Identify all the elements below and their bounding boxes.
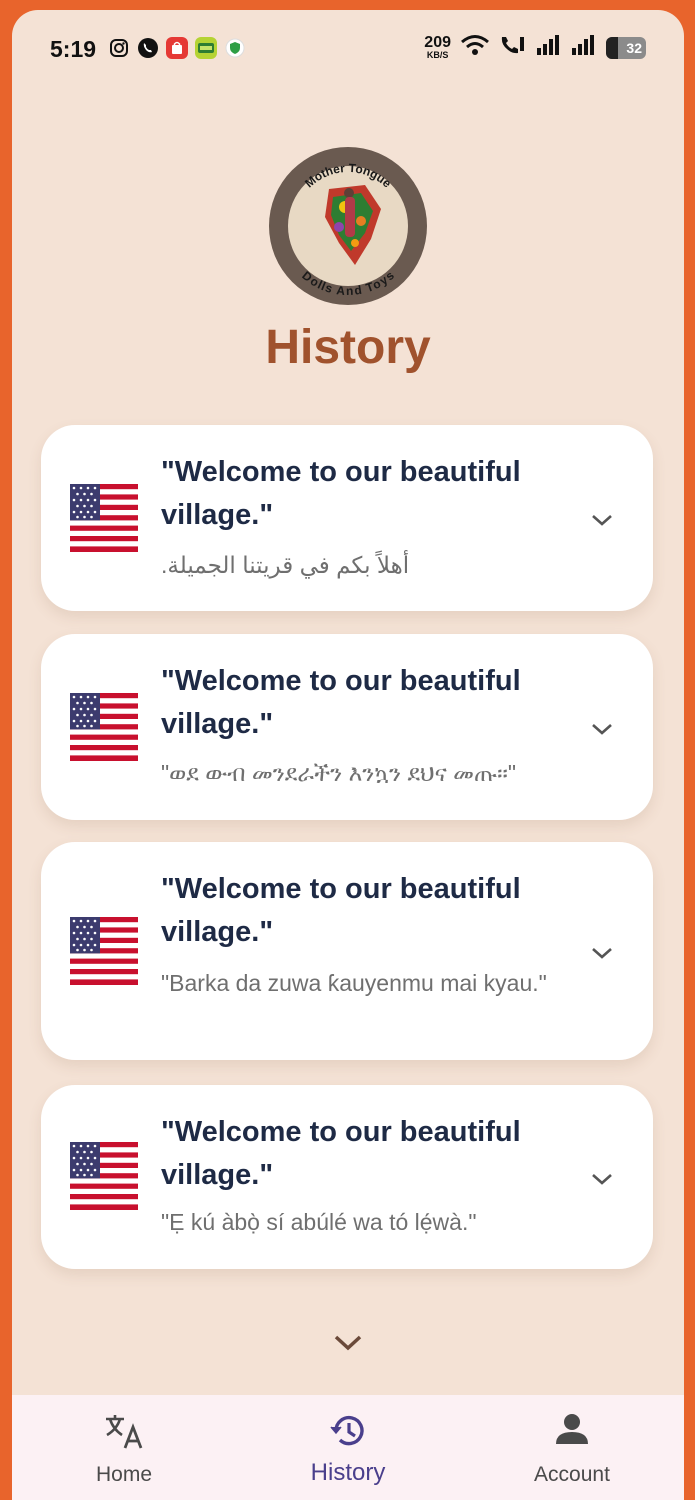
- nav-label-account: Account: [534, 1463, 610, 1486]
- instagram-icon: [108, 37, 130, 59]
- account-icon: [556, 1414, 588, 1444]
- chevron-down-icon[interactable]: [589, 945, 615, 961]
- translated-phrase: "ወደ ውብ መንደራችን እንኳን ደህና መጡ።": [161, 760, 517, 786]
- signal-icon-1: [536, 34, 562, 61]
- page-title: History: [265, 321, 431, 374]
- notification-icons: [108, 37, 246, 59]
- status-right: 209 KB/S 32: [424, 34, 646, 61]
- wifi-icon: [460, 34, 490, 61]
- us-flag-icon: [70, 1142, 138, 1210]
- brand-logo: Mother Tongue Dolls And Toys: [269, 147, 427, 305]
- battery-icon: 32: [606, 36, 646, 59]
- chevron-down-icon[interactable]: [589, 721, 615, 737]
- us-flag-icon: [70, 693, 138, 761]
- nav-item-home[interactable]: Home: [54, 1395, 194, 1500]
- status-bar: 5:19 209 KB/S 32: [12, 10, 684, 85]
- chevron-down-icon[interactable]: [589, 512, 615, 528]
- call-icon: [499, 34, 527, 61]
- us-flag-icon: [70, 484, 138, 552]
- shield-icon: [224, 37, 246, 59]
- source-phrase: "Welcome to our beautiful village.": [161, 456, 521, 531]
- translated-phrase: "Barka da zuwa ƙauyenmu mai kyau.": [161, 970, 547, 996]
- viber-icon: [137, 37, 159, 59]
- bottom-navigation: Home History Account: [12, 1395, 684, 1500]
- history-card[interactable]: "Welcome to our beautiful village." "ወደ …: [41, 634, 653, 820]
- source-phrase: "Welcome to our beautiful village.": [161, 873, 521, 948]
- translated-phrase: "Ẹ kú àbọ̀ sí abúlé wa tó lẹ́wà.": [161, 1209, 477, 1235]
- signal-icon-2: [571, 34, 597, 61]
- translate-icon: [106, 1415, 143, 1449]
- network-speed: 209 KB/S: [424, 34, 451, 60]
- nav-label-history: History: [310, 1459, 386, 1486]
- nav-item-account[interactable]: Account: [502, 1395, 642, 1500]
- history-card[interactable]: "Welcome to our beautiful village." "Ẹ k…: [41, 1085, 653, 1269]
- app-notification-icon: [195, 37, 217, 59]
- source-phrase: "Welcome to our beautiful village.": [161, 665, 521, 740]
- history-card[interactable]: "Welcome to our beautiful village." "Bar…: [41, 842, 653, 1060]
- us-flag-icon: [70, 917, 138, 985]
- shopping-bag-icon: [166, 37, 188, 59]
- status-time: 5:19: [50, 36, 97, 62]
- source-phrase: "Welcome to our beautiful village.": [161, 1116, 521, 1191]
- chevron-down-icon[interactable]: [589, 1171, 615, 1187]
- load-more-chevron-icon[interactable]: [332, 1333, 364, 1353]
- history-icon: [330, 1415, 364, 1446]
- nav-item-history[interactable]: History: [278, 1395, 418, 1500]
- nav-label-home: Home: [95, 1463, 153, 1486]
- app-screen: 5:19 209 KB/S 32 Mother Tongue Dolls And…: [12, 10, 684, 1500]
- history-card[interactable]: "Welcome to our beautiful village." أهلا…: [41, 425, 653, 611]
- translated-phrase: أهلاً بكم في قريتنا الجميلة.: [161, 552, 410, 578]
